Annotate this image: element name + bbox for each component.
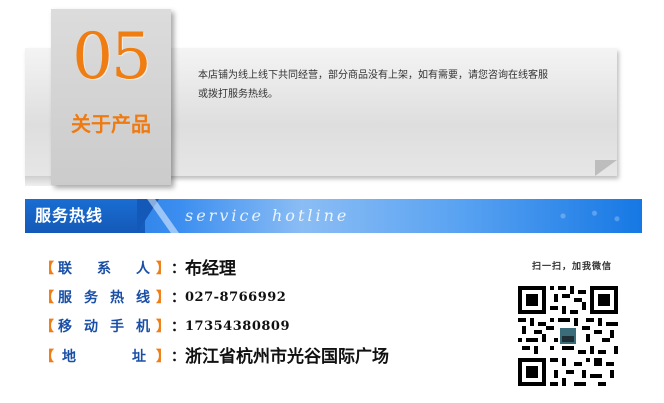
colon: ： — [171, 290, 185, 306]
contact-label-text: 服务热线 — [54, 283, 156, 313]
service-hotline-bar: 服务热线 service hotline — [25, 199, 642, 233]
label-char: 系 — [97, 261, 111, 277]
label-char: 服 — [58, 290, 72, 306]
about-fold — [595, 160, 617, 176]
label-char: 移 — [58, 319, 72, 335]
contact-label: 【 地址 】 — [40, 342, 170, 372]
label-char: 务 — [84, 290, 98, 306]
contact-row-address: 【 地址 】 ： 浙江省杭州市光谷国际广场 — [40, 342, 500, 372]
bracket-close: 】 — [156, 261, 170, 277]
colon: ： — [171, 319, 185, 335]
label-char: 动 — [84, 319, 98, 335]
decorative-pattern-icon — [545, 202, 635, 230]
service-title: 服务热线 — [35, 206, 104, 225]
bracket-close: 】 — [156, 319, 170, 335]
contact-person-value: 布经理 — [185, 259, 236, 279]
contact-row-mobile: 【 移动手机 】 ： 17354380809 — [40, 312, 500, 342]
service-subtitle: service hotline — [185, 206, 350, 225]
label-char: 人 — [136, 261, 150, 277]
label-char: 手 — [110, 319, 124, 335]
qr-caption: 扫一扫，加我微信 — [531, 262, 612, 272]
section-title: 关于产品 — [71, 112, 151, 136]
bracket-open: 【 — [40, 349, 54, 365]
contact-label: 【 移动手机 】 — [40, 312, 170, 342]
colon: ： — [171, 261, 185, 277]
contact-label: 【 联 系 人 】 — [40, 254, 170, 284]
contact-row-hotline: 【 服务热线 】 ： 027-8766992 — [40, 283, 500, 313]
bracket-open: 【 — [40, 261, 54, 277]
contact-address-value: 浙江省杭州市光谷国际广场 — [185, 347, 389, 367]
section-number: 05 — [72, 20, 151, 94]
bracket-close: 】 — [156, 349, 170, 365]
contact-label-text: 地址 — [54, 342, 156, 372]
about-section: 05 关于产品 本店铺为线上线下共同经营，部分商品没有上架，如有需要，请您咨询在… — [0, 0, 664, 195]
about-text-line-2: 或拨打服务热线。 — [198, 89, 278, 100]
bracket-close: 】 — [156, 290, 170, 306]
colon: ： — [171, 349, 185, 365]
contact-hotline-value[interactable]: 027-8766992 — [185, 283, 286, 313]
about-description: 本店铺为线上线下共同经营，部分商品没有上架，如有需要，请您咨询在线客服 或拨打服… — [198, 66, 598, 104]
label-char: 址 — [132, 349, 146, 365]
about-number-card: 05 关于产品 — [51, 9, 171, 185]
label-char: 线 — [136, 290, 150, 306]
bracket-open: 【 — [40, 290, 54, 306]
label-char: 联 — [58, 261, 72, 277]
about-text-line-1: 本店铺为线上线下共同经营，部分商品没有上架，如有需要，请您咨询在线客服 — [198, 70, 548, 81]
wechat-qr-code-icon — [518, 286, 618, 386]
contact-label-text: 移动手机 — [54, 312, 156, 342]
label-char: 机 — [136, 319, 150, 335]
label-char: 热 — [110, 290, 124, 306]
label-char: 地 — [62, 349, 76, 365]
bracket-open: 【 — [40, 319, 54, 335]
contact-label-text: 联系人 — [54, 254, 156, 284]
contact-mobile-value[interactable]: 17354380809 — [185, 312, 290, 342]
contact-row-person: 【 联 系 人 】 ： 布经理 — [40, 254, 500, 284]
contact-label: 【 服务热线 】 — [40, 283, 170, 313]
